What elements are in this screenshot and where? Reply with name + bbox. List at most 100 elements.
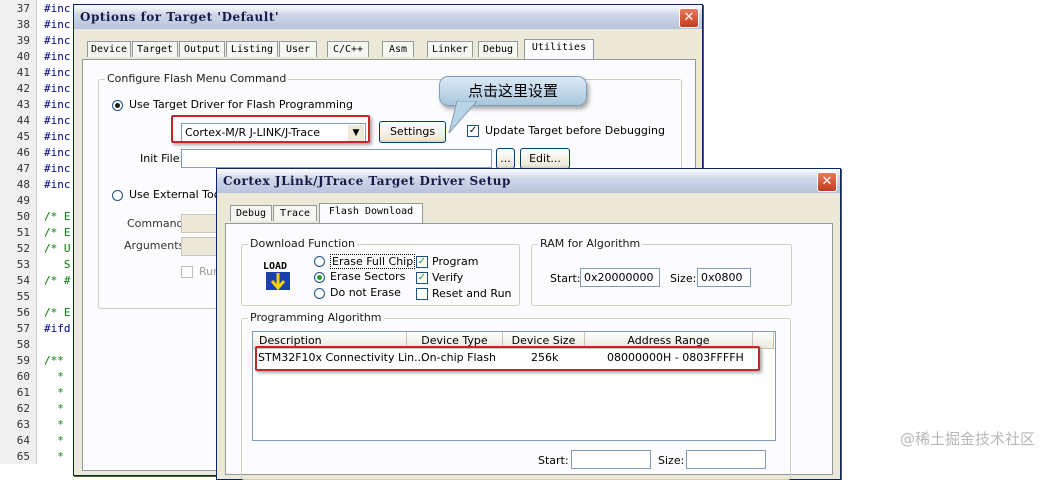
code-line[interactable]: /* E [44, 226, 71, 239]
code-line[interactable]: * [44, 418, 64, 431]
code-line[interactable]: /* E [44, 306, 71, 319]
ram-start-label: Start: [550, 272, 581, 285]
code-line[interactable]: #inc [44, 66, 71, 79]
tab-debug[interactable]: Debug [230, 205, 272, 221]
tab-linker[interactable]: Linker [427, 41, 473, 57]
browse-button[interactable]: ... [496, 148, 515, 169]
run-independent-checkbox[interactable] [181, 266, 193, 278]
program-checkbox[interactable]: ✓ [416, 256, 428, 268]
erase-sectors-label[interactable]: Erase Sectors [330, 270, 405, 283]
code-line[interactable]: * [44, 386, 64, 399]
code-line[interactable]: #inc [44, 162, 71, 175]
erase-sectors-radio[interactable] [314, 272, 325, 283]
program-label[interactable]: Program [432, 255, 478, 268]
use-target-driver-radio[interactable] [112, 100, 123, 111]
line-number: 39 [16, 34, 30, 47]
code-line[interactable]: #ifd [44, 322, 71, 335]
line-number: 40 [16, 50, 30, 63]
algo-start-label: Start: [538, 454, 569, 467]
arguments-label: Arguments: [124, 239, 189, 252]
code-line[interactable]: * [44, 370, 64, 383]
tab-user[interactable]: User [279, 41, 317, 57]
line-number: 59 [16, 354, 30, 367]
line-number: 53 [16, 258, 30, 271]
tab-target[interactable]: Target [132, 41, 178, 57]
svg-text:LOAD: LOAD [263, 261, 287, 272]
line-number: 51 [16, 226, 30, 239]
code-line[interactable]: #inc [44, 50, 71, 63]
jlink-setup-dialog: Cortex JLink/JTrace Target Driver Setup … [216, 168, 841, 480]
line-number: 64 [16, 434, 30, 447]
callout-pointer [448, 101, 478, 134]
code-line[interactable]: * [44, 402, 64, 415]
verify-label[interactable]: Verify [432, 271, 463, 284]
tab-device[interactable]: Device [87, 41, 131, 57]
tab-asm[interactable]: Asm [382, 41, 414, 57]
code-line[interactable]: #inc [44, 146, 71, 159]
line-number: 44 [16, 114, 30, 127]
erase-full-chip-label[interactable]: Erase Full Chip [330, 254, 416, 269]
code-line[interactable]: S [44, 258, 71, 271]
code-line[interactable]: #inc [44, 178, 71, 191]
line-number: 38 [16, 18, 30, 31]
verify-checkbox[interactable]: ✓ [416, 272, 428, 284]
dialog-title: Options for Target 'Default' [80, 10, 280, 24]
line-number: 41 [16, 66, 30, 79]
edit-button[interactable]: Edit... [520, 148, 570, 169]
code-line[interactable]: * [44, 450, 64, 463]
algo-start-input[interactable] [571, 450, 651, 469]
close-button[interactable]: ✕ [679, 8, 699, 28]
init-file-input[interactable] [181, 149, 492, 168]
reset-and-run-checkbox[interactable] [416, 288, 428, 300]
tab-trace[interactable]: Trace [273, 205, 317, 221]
use-external-tool-radio[interactable] [112, 190, 123, 201]
ram-size-input[interactable]: 0x0800 [697, 268, 751, 287]
reset-and-run-label[interactable]: Reset and Run [432, 287, 512, 300]
erase-full-chip-radio[interactable] [314, 256, 325, 267]
tab-utilities[interactable]: Utilities [524, 39, 594, 59]
code-line[interactable]: #inc [44, 114, 71, 127]
init-file-label: Init File: [140, 152, 184, 165]
code-line[interactable]: * [44, 434, 64, 447]
ram-for-algorithm-group: RAM for Algorithm Start: 0x20000000 Size… [531, 237, 792, 306]
do-not-erase-label[interactable]: Do not Erase [330, 286, 401, 299]
code-line[interactable]: /* U [44, 242, 71, 255]
code-line[interactable]: #inc [44, 130, 71, 143]
title-bar[interactable]: Cortex JLink/JTrace Target Driver Setup … [217, 169, 840, 193]
do-not-erase-radio[interactable] [314, 288, 325, 299]
line-number: 43 [16, 98, 30, 111]
code-line[interactable]: /** [44, 354, 64, 367]
code-line[interactable]: /* # [44, 274, 71, 287]
line-number: 47 [16, 162, 30, 175]
ram-start-input[interactable]: 0x20000000 [580, 268, 660, 287]
use-target-driver-label[interactable]: Use Target Driver for Flash Programming [129, 98, 353, 111]
watermark: @稀土掘金技术社区 [899, 430, 1035, 448]
settings-button[interactable]: Settings [379, 121, 446, 143]
tab-debug[interactable]: Debug [478, 41, 518, 57]
line-number: 42 [16, 82, 30, 95]
algo-size-input[interactable] [686, 450, 766, 469]
highlight-driver-select [171, 115, 370, 143]
ram-size-label: Size: [670, 272, 697, 285]
title-bar[interactable]: Options for Target 'Default' ✕ [74, 5, 702, 29]
group-label: RAM for Algorithm [538, 237, 643, 250]
tab-listing[interactable]: Listing [226, 41, 278, 57]
code-line[interactable]: #inc [44, 2, 71, 15]
line-number: 65 [16, 450, 30, 463]
code-line[interactable]: #inc [44, 34, 71, 47]
tab-output[interactable]: Output [179, 41, 225, 57]
algo-size-label: Size: [658, 454, 685, 467]
code-line[interactable]: #inc [44, 18, 71, 31]
tab-cpp[interactable]: C/C++ [327, 41, 369, 57]
code-line[interactable]: #inc [44, 98, 71, 111]
update-target-label[interactable]: Update Target before Debugging [485, 124, 665, 137]
close-button[interactable]: ✕ [817, 172, 837, 192]
tab-flash-download[interactable]: Flash Download [319, 203, 423, 223]
tab-strip: Device Target Output Listing User C/C++ … [82, 39, 694, 59]
command-label: Command: [127, 217, 188, 230]
line-number: 49 [16, 194, 30, 207]
load-icon: LOAD [260, 257, 296, 293]
code-line[interactable]: /* E [44, 210, 71, 223]
line-number: 37 [16, 2, 30, 15]
code-line[interactable]: #inc [44, 82, 71, 95]
